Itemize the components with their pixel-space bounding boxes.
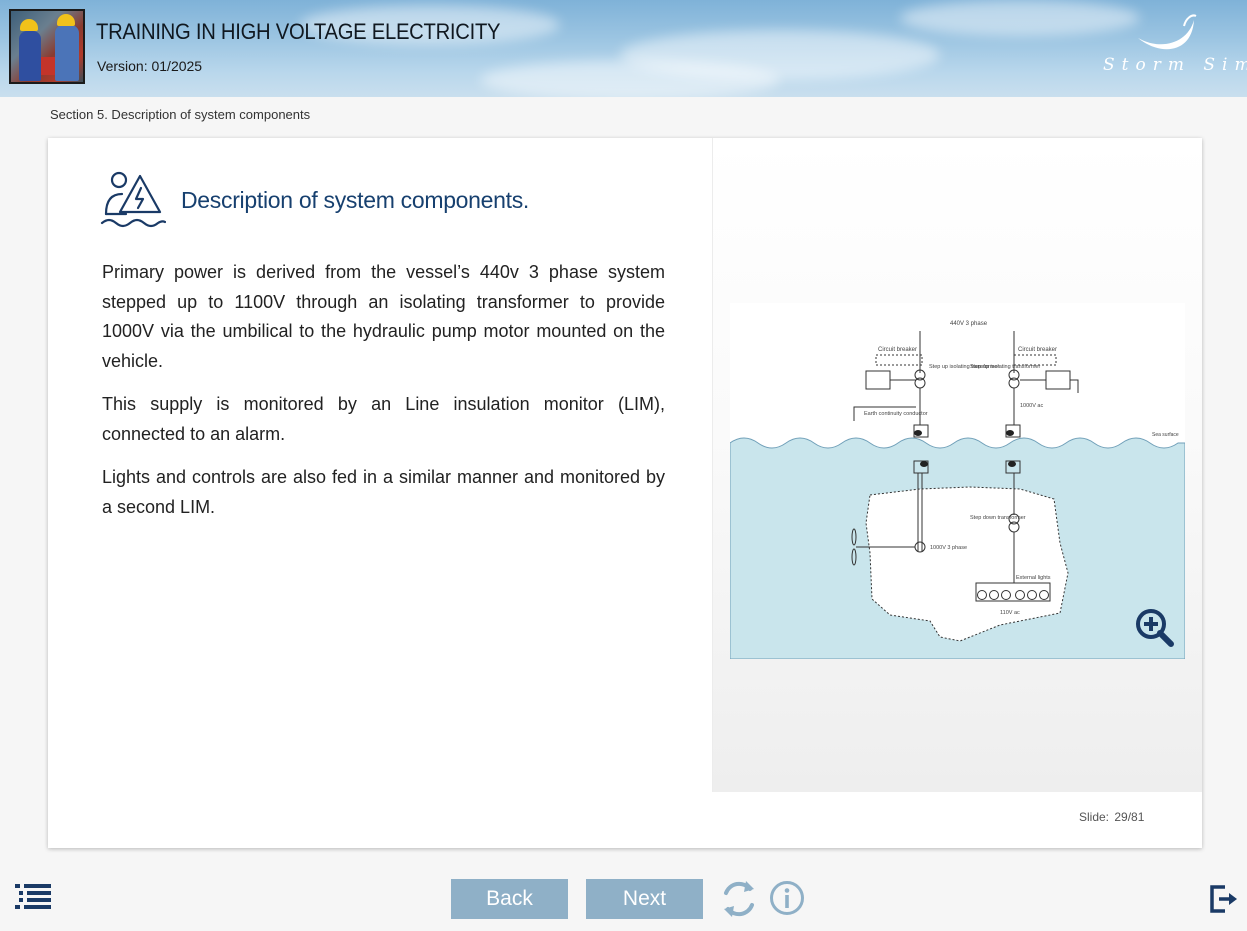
diagram-label: Circuit breaker	[1018, 347, 1057, 353]
breadcrumb: Section 5. Description of system compone…	[50, 107, 311, 122]
diagram-label: Sea surface	[1152, 432, 1179, 438]
back-button[interactable]: Back	[451, 879, 568, 919]
slide-body: Primary power is derived from the vessel…	[102, 258, 665, 536]
diagram-label: 110V ac	[1000, 610, 1020, 616]
wiring-diagram[interactable]: 440V 3 phase Circuit breaker Circuit bre…	[729, 303, 1186, 660]
body-paragraph: Lights and controls are also fed in a si…	[102, 467, 665, 517]
diagram-label: 1000V ac	[1020, 403, 1043, 409]
slide-counter: Slide: 29/81	[1077, 810, 1144, 824]
diagram-label: External lights	[1016, 575, 1051, 581]
app-title: TRAINING IN HIGH VOLTAGE ELECTRICITY	[96, 19, 501, 44]
body-paragraph: This supply is monitored by an Line insu…	[102, 394, 665, 444]
slide-card: Description of system components. Primar…	[48, 138, 1202, 848]
course-thumbnail	[9, 9, 85, 84]
diagram-label: Step up isolating transformer	[970, 364, 1040, 370]
logo-text: Storm Sim	[1103, 55, 1247, 75]
worker-electric-sea-icon	[100, 171, 166, 228]
slide-counter-value: 29/81	[1114, 810, 1145, 824]
diagram-label: 1000V 3 phase	[930, 545, 967, 551]
next-button[interactable]: Next	[586, 879, 703, 919]
version-label: Version: 01/2025	[97, 58, 203, 74]
slide-counter-label: Slide:	[1079, 810, 1110, 824]
diagram-label: Earth continuity conductor	[864, 411, 928, 417]
slide-heading: Description of system components.	[181, 187, 530, 213]
diagram-label: 440V 3 phase	[950, 321, 988, 327]
sky-cloud	[480, 60, 780, 97]
exit-icon[interactable]	[1209, 884, 1239, 914]
diagram-label: Step down transformer	[970, 515, 1026, 521]
list-menu-icon[interactable]	[15, 884, 53, 910]
wiring-diagram-svg: 440V 3 phase Circuit breaker Circuit bre…	[729, 321, 1186, 660]
zoom-in-icon[interactable]	[1135, 608, 1175, 648]
info-icon[interactable]	[769, 880, 805, 916]
body-paragraph: Primary power is derived from the vessel…	[102, 262, 665, 371]
refresh-icon[interactable]	[720, 879, 758, 919]
app-header: TRAINING IN HIGH VOLTAGE ELECTRICITY Ver…	[0, 0, 1247, 97]
diagram-label: Circuit breaker	[878, 347, 917, 353]
